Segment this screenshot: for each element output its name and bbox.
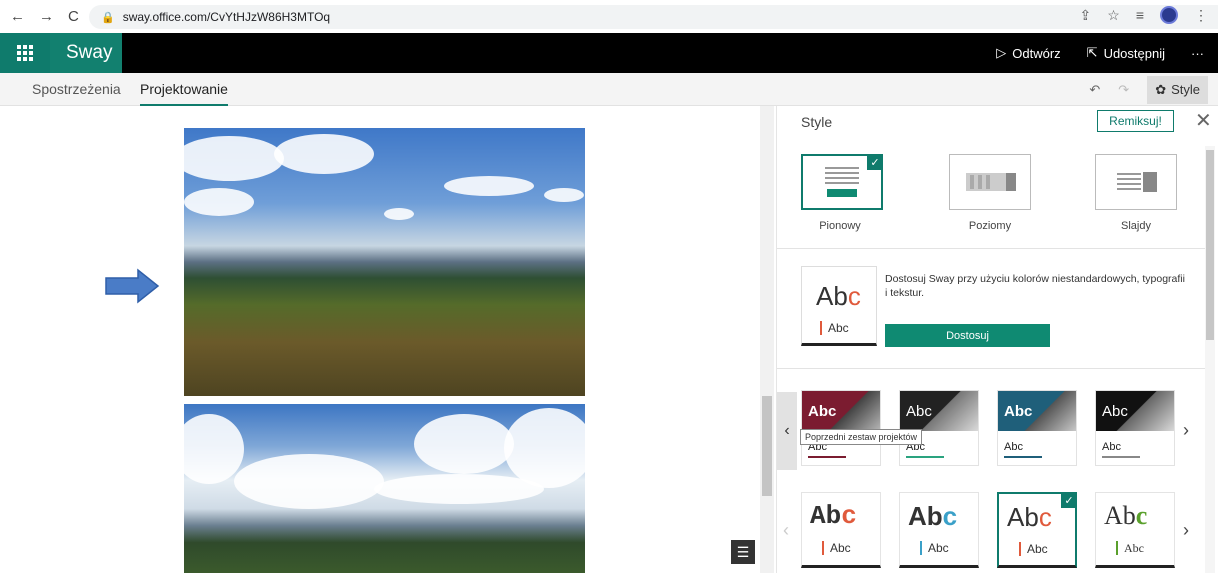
selected-check-icon: ✓	[867, 154, 883, 170]
selected-check-icon: ✓	[1061, 492, 1077, 508]
tab-design[interactable]: Projektowanie	[140, 73, 228, 106]
layout-slides[interactable]	[1095, 154, 1177, 210]
address-bar[interactable]: 🔒 sway.office.com/CvYtHJzW86H3MTOq	[89, 5, 1218, 29]
landscape-image-1[interactable]	[184, 128, 585, 396]
layout-label-slides: Slajdy	[1121, 220, 1151, 232]
previous-themes-button[interactable]: ‹	[777, 392, 797, 470]
navigation-outline-button[interactable]: ☰	[731, 540, 755, 564]
theme-sample-top: Abc	[808, 403, 837, 420]
url-text: sway.office.com/CvYtHJzW86H3MTOq	[122, 10, 331, 24]
waffle-icon	[17, 45, 33, 61]
landscape-image-2[interactable]	[184, 404, 585, 573]
theme-card-selected[interactable]: Abc Abc ✓	[997, 492, 1077, 568]
style-panel: Style Remiksuj! ✕ ✓ Pionowy Poziomy Slaj…	[776, 106, 1218, 573]
app-brand[interactable]: Sway	[50, 33, 122, 73]
right-arrow-icon	[105, 268, 160, 304]
divider	[777, 248, 1205, 249]
theme-sample-top: Abc	[1004, 403, 1033, 420]
remix-button[interactable]: Remiksuj!	[1097, 110, 1174, 132]
theme-card[interactable]: Abc Abc	[801, 492, 881, 568]
close-panel-icon[interactable]: ✕	[1195, 108, 1212, 133]
share-label: Udostępnij	[1103, 45, 1165, 61]
theme-sample-big: Abc	[810, 501, 857, 531]
customize-description: Dostosuj Sway przy użyciu kolorów niesta…	[885, 273, 1185, 299]
tabs-right-actions: ↶ ↷ ✿ Style	[1089, 73, 1208, 106]
profile-avatar[interactable]	[1160, 6, 1178, 24]
canvas-scroll-thumb[interactable]	[762, 396, 772, 496]
canvas-scrollbar[interactable]	[760, 106, 774, 573]
customize-preview-small: Abc	[820, 321, 849, 335]
theme-sample-big: Abc	[908, 501, 958, 531]
share-page-icon[interactable]: ⇪	[1080, 7, 1092, 24]
layout-label-horizontal: Poziomy	[968, 220, 1012, 232]
tabs-bar: Spostrzeżenia Projektowanie ↶ ↷ ✿ Style	[0, 73, 1218, 106]
layout-horizontal[interactable]	[949, 154, 1031, 210]
redo-icon[interactable]: ↷	[1118, 82, 1129, 98]
customize-button[interactable]: Dostosuj	[885, 324, 1050, 347]
theme-sample-big: Abc	[1007, 502, 1052, 532]
share-button[interactable]: ⇱ Udostępnij	[1087, 45, 1165, 61]
previous-themes-tooltip: Poprzedni zestaw projektów	[800, 429, 923, 445]
app-launcher-button[interactable]	[0, 33, 50, 73]
theme-card[interactable]: Abc Abc	[801, 390, 881, 466]
browser-nav: ← → C	[10, 8, 79, 25]
play-icon: ▷	[996, 45, 1007, 60]
vertical-layout-icon	[825, 167, 859, 197]
forward-arrow-icon[interactable]: →	[39, 8, 54, 25]
theme-sample-top: Abc	[1102, 403, 1128, 420]
layout-vertical[interactable]: ✓	[801, 154, 883, 210]
customize-preview-big: Abc	[816, 281, 861, 311]
layout-label-vertical: Pionowy	[819, 220, 861, 232]
theme-card[interactable]: Abc Abc	[899, 390, 979, 466]
more-options-button[interactable]: ···	[1191, 46, 1204, 61]
customize-preview-card[interactable]: Abc Abc	[801, 266, 877, 346]
next-themes-icon[interactable]: ›	[1183, 520, 1189, 541]
palette-icon: ✿	[1155, 81, 1167, 97]
theme-sample-bottom: Abc	[1102, 441, 1121, 453]
theme-card[interactable]: Abc Abc	[1095, 390, 1175, 466]
lock-icon: 🔒	[101, 11, 115, 24]
theme-card[interactable]: Abc Abc	[1095, 492, 1175, 568]
theme-card[interactable]: Abc Abc	[899, 492, 979, 568]
reading-list-icon[interactable]: ≡	[1136, 7, 1144, 23]
theme-sample-small: Abc	[1124, 541, 1144, 555]
divider	[777, 368, 1205, 369]
theme-sample-small: Abc	[1027, 542, 1048, 556]
play-button[interactable]: ▷ Odtwórz	[996, 45, 1060, 61]
tab-insights[interactable]: Spostrzeżenia	[32, 73, 121, 106]
slides-layout-icon	[1117, 172, 1157, 192]
theme-sample-bottom: Abc	[1004, 441, 1023, 453]
theme-sample-top: Abc	[906, 403, 932, 420]
style-button[interactable]: ✿ Style	[1147, 75, 1208, 104]
panel-title: Style	[801, 114, 833, 130]
theme-card[interactable]: Abc Abc	[997, 390, 1077, 466]
share-icon: ⇱	[1086, 45, 1098, 60]
prev-themes-icon[interactable]: ‹	[783, 520, 789, 541]
browser-actions: ⇪ ☆ ≡ ⋮	[1080, 6, 1208, 24]
panel-scrollbar[interactable]	[1205, 146, 1215, 573]
browser-menu-icon[interactable]: ⋮	[1194, 7, 1208, 24]
theme-sample-small: Abc	[928, 541, 949, 555]
theme-sample-big: Abc	[1104, 501, 1148, 530]
theme-sample-small: Abc	[830, 541, 851, 555]
storyline-canvas	[0, 106, 760, 573]
back-arrow-icon[interactable]: ←	[10, 8, 25, 25]
undo-icon[interactable]: ↶	[1089, 82, 1100, 98]
next-themes-icon[interactable]: ›	[1183, 420, 1189, 441]
horizontal-layout-icon	[966, 173, 1016, 191]
bookmark-star-icon[interactable]: ☆	[1107, 7, 1120, 24]
reload-icon[interactable]: C	[68, 8, 79, 25]
panel-scroll-thumb[interactable]	[1206, 150, 1214, 340]
topbar-actions: ▷ Odtwórz ⇱ Udostępnij ···	[996, 33, 1204, 73]
style-button-label: Style	[1171, 82, 1200, 97]
browser-chrome: ← → C 🔒 sway.office.com/CvYtHJzW86H3MTOq…	[0, 0, 1218, 33]
sway-topbar: Sway ▷ Odtwórz ⇱ Udostępnij ···	[0, 33, 1218, 73]
play-label: Odtwórz	[1012, 45, 1061, 61]
